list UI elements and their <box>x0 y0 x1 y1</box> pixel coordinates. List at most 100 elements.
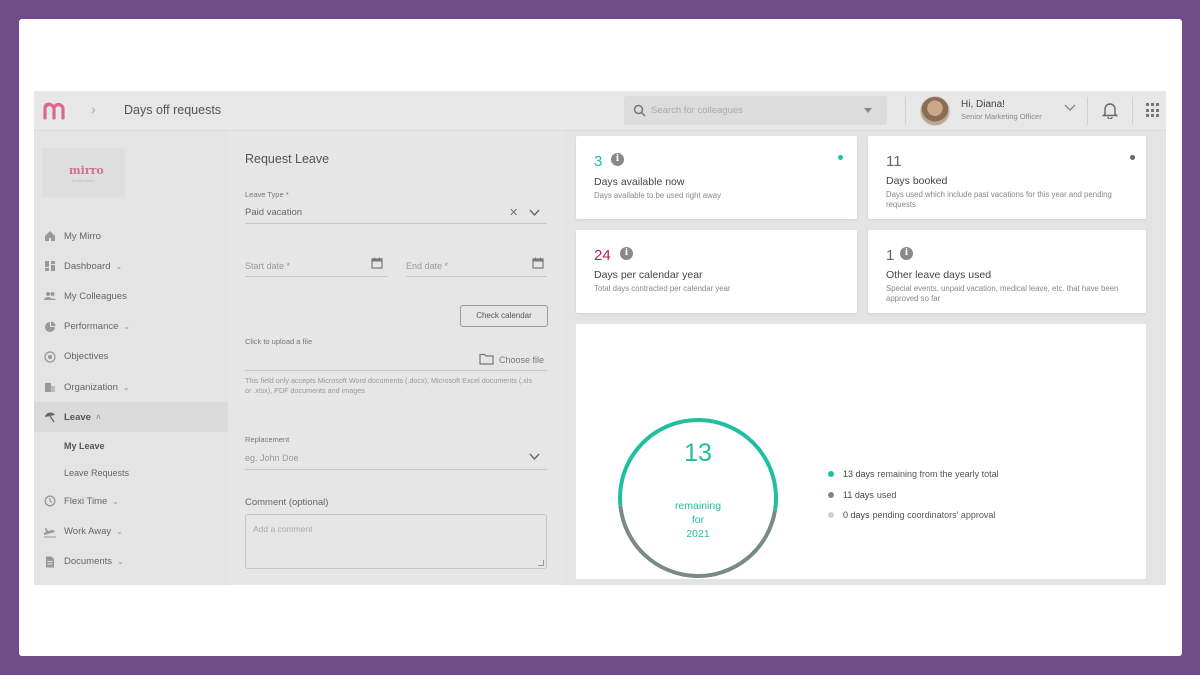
calendar-icon[interactable] <box>532 257 544 269</box>
stat-card-other-leave: 1 i Other leave days used Special events… <box>868 230 1146 313</box>
chevron-down-icon[interactable] <box>529 453 540 461</box>
stat-title: Days booked <box>886 175 948 187</box>
status-dot <box>1130 155 1135 160</box>
stat-card-available: 3 i Days available now Days available to… <box>576 136 857 219</box>
user-greeting: Hi, Diana! <box>961 99 1005 110</box>
sidebar-item-my-colleagues[interactable]: My Colleagues <box>34 281 228 311</box>
request-leave-form: Request Leave Leave Type * Paid vacation… <box>228 131 565 585</box>
legend-text: used <box>876 490 897 500</box>
legend-count: 11 days <box>843 490 874 500</box>
legend-count: 13 days <box>843 469 875 479</box>
avatar[interactable] <box>920 96 950 126</box>
divider <box>245 223 547 224</box>
document-icon <box>46 556 54 568</box>
home-icon <box>45 231 55 242</box>
sidebar-item-organization[interactable]: Organization ⌄ <box>34 372 228 402</box>
sidebar-item-label: Work Away <box>64 526 112 538</box>
legend-text: remaining from the yearly total <box>877 469 999 479</box>
chevron-up-icon: ˄ <box>95 412 101 422</box>
company-logo-tagline: performance <box>72 178 95 183</box>
sidebar-item-label: My Mirro <box>64 230 101 242</box>
sidebar-subitem-leave-requests[interactable]: Leave Requests <box>34 459 228 486</box>
folder-icon[interactable] <box>479 353 494 365</box>
divider <box>245 370 547 371</box>
target-icon <box>44 351 56 363</box>
stat-title: Other leave days used <box>886 269 992 281</box>
company-logo: mirro performance <box>42 148 125 197</box>
sidebar-item-performance[interactable]: Performance ⌄ <box>34 312 228 342</box>
donut-center-label: for <box>691 514 705 526</box>
replacement-label: Replacement <box>245 435 290 444</box>
leave-summary-panel: 13 remaining for 2021 13 days remaining … <box>576 324 1146 579</box>
donut-center-label: remaining <box>674 500 722 512</box>
chevron-down-icon[interactable] <box>1064 103 1076 113</box>
stat-card-booked: 11 Days booked Days used which include p… <box>868 136 1146 219</box>
top-bar: › Days off requests Search for colleague… <box>34 91 1166 131</box>
end-date-input[interactable]: End date * <box>406 261 448 271</box>
upload-label: Click to upload a file <box>245 337 313 346</box>
clear-icon[interactable]: ✕ <box>509 206 518 219</box>
search-input[interactable]: Search for colleagues <box>624 96 887 125</box>
sidebar-item-dashboard[interactable]: Dashboard ⌄ <box>34 251 228 281</box>
chevron-down-icon: ⌄ <box>123 322 131 332</box>
comment-textarea[interactable]: Add a comment <box>245 514 547 569</box>
info-icon[interactable]: i <box>611 153 624 166</box>
stat-value: 1 <box>886 247 895 264</box>
stat-value: 11 <box>886 153 902 170</box>
stat-description: Total days contracted per calendar year <box>594 284 731 293</box>
comment-placeholder: Add a comment <box>253 524 313 534</box>
search-dropdown-caret-icon[interactable] <box>864 108 872 113</box>
sidebar: mirro performance My Mirro Dashboard ⌄ M… <box>34 131 228 585</box>
replacement-select[interactable]: eg. John Doe <box>245 453 299 463</box>
leave-type-select[interactable]: Paid vacation <box>245 207 302 218</box>
start-date-input[interactable]: Start date * <box>245 261 290 271</box>
sidebar-item-flexi-time[interactable]: Flexi Time ⌄ <box>34 486 228 516</box>
apps-grid-icon[interactable] <box>1146 103 1161 118</box>
sidebar-subitem-my-leave[interactable]: My Leave <box>34 432 228 459</box>
legend-dot <box>828 492 834 498</box>
sidebar-item-label: Dashboard <box>64 260 111 272</box>
sidebar-item-leave[interactable]: Leave ˄ <box>34 402 228 433</box>
info-icon[interactable]: i <box>620 247 633 260</box>
sidebar-item-documents[interactable]: Documents ⌄ <box>34 547 228 577</box>
calendar-icon[interactable] <box>371 257 383 269</box>
legend-text: pending coordinators' approval <box>872 510 996 520</box>
leave-type-label: Leave Type * <box>245 190 289 199</box>
building-icon <box>45 383 55 393</box>
stat-card-per-year: 24 i Days per calendar year Total days c… <box>576 230 857 313</box>
stat-description: Days used which include past vacations f… <box>886 190 1112 210</box>
sidebar-item-my-mirro[interactable]: My Mirro <box>34 221 228 251</box>
info-icon[interactable]: i <box>900 247 913 260</box>
stat-title: Days available now <box>594 176 685 188</box>
choose-file-button[interactable]: Choose file <box>499 355 544 365</box>
clock-history-icon <box>44 495 56 507</box>
stat-description: Special events, unpaid vacation, medical… <box>886 284 1119 304</box>
sidebar-item-label: My Colleagues <box>64 290 127 302</box>
beach-umbrella-icon <box>45 412 55 423</box>
mirro-logo-icon[interactable] <box>42 101 70 121</box>
sidebar-item-label: Organization <box>64 381 118 393</box>
resize-handle-icon[interactable] <box>538 560 544 566</box>
upload-hint: This field only accepts Microsoft Word d… <box>245 376 533 396</box>
donut-center-year: 2021 <box>686 528 710 540</box>
chevron-down-icon[interactable] <box>529 209 540 217</box>
donut-center-value: 13 <box>684 439 712 467</box>
status-dot <box>838 155 843 160</box>
legend-dot <box>828 512 834 518</box>
stat-value: 24 <box>594 247 611 264</box>
legend-item: 11 days used <box>828 490 1108 500</box>
form-title: Request Leave <box>245 152 330 166</box>
user-role: Senior Marketing Officer <box>961 112 1042 121</box>
divider <box>245 276 388 277</box>
divider <box>406 276 547 277</box>
comment-label: Comment (optional) <box>245 497 329 508</box>
sidebar-item-objectives[interactable]: Objectives <box>34 342 228 372</box>
dashboard-icon <box>45 261 55 272</box>
stat-value: 3 <box>594 153 603 170</box>
sidebar-item-label: Objectives <box>64 351 109 363</box>
bell-icon[interactable] <box>1102 101 1118 119</box>
plane-icon <box>44 527 56 538</box>
sidebar-item-work-away[interactable]: Work Away ⌄ <box>34 517 228 547</box>
company-logo-text: mirro <box>69 164 104 177</box>
check-calendar-button[interactable]: Check calendar <box>460 305 548 327</box>
